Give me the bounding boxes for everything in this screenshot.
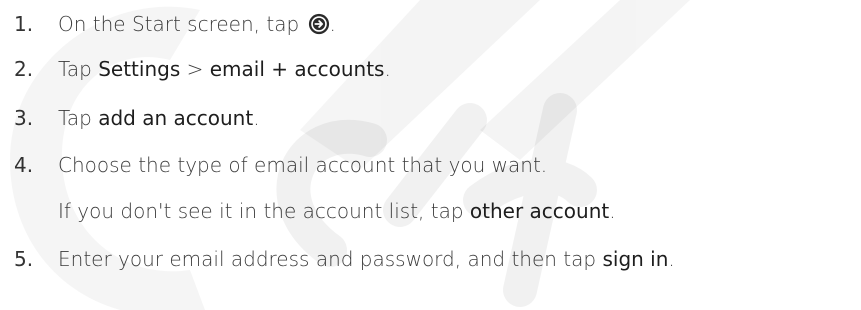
- note-after: .: [609, 199, 616, 223]
- step-number: 4.: [14, 153, 34, 177]
- email-accounts-label: email + accounts: [209, 57, 385, 81]
- step-number: 3.: [14, 106, 34, 130]
- step-text-after: .: [384, 57, 391, 81]
- add-account-label: add an account: [98, 106, 254, 130]
- arrow-right-circle-icon: [308, 13, 329, 35]
- step-text: Tap add an account.: [58, 98, 260, 138]
- step-text: Tap Settings > email + accounts.: [58, 49, 391, 89]
- step-text-after: .: [668, 247, 675, 271]
- document-page: 1. On the Start screen, tap . 2. Tap Set…: [0, 0, 861, 310]
- step-number: 5.: [14, 247, 34, 271]
- note-before: If you don't see it in the account list,…: [58, 199, 464, 223]
- step-note-text: If you don't see it in the account list,…: [58, 191, 616, 231]
- step-text-after: .: [329, 12, 336, 36]
- step-text: On the Start screen, tap .: [58, 4, 336, 44]
- step-text-before: Enter your email address and password, a…: [58, 247, 597, 271]
- step-text-before: Tap: [58, 57, 92, 81]
- step-number: 1.: [14, 12, 34, 36]
- step-number: 2.: [14, 57, 34, 81]
- step-text-before: Tap: [58, 106, 92, 130]
- sign-in-label: sign in: [602, 247, 669, 271]
- step-text-before: On the Start screen, tap: [58, 12, 300, 36]
- other-account-label: other account: [469, 199, 610, 223]
- settings-label: Settings: [98, 57, 181, 81]
- separator: >: [180, 57, 210, 81]
- step-text: Enter your email address and password, a…: [58, 239, 675, 279]
- step-text-after: .: [253, 106, 260, 130]
- step-text: Choose the type of email account that yo…: [58, 153, 548, 177]
